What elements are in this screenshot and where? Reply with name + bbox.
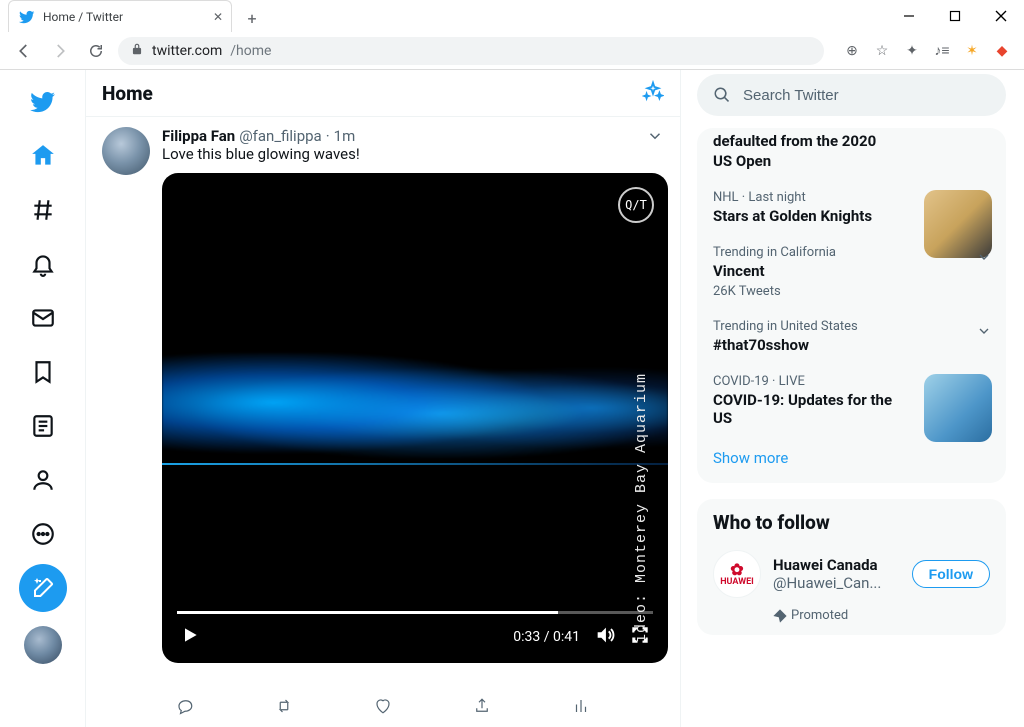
share-icon[interactable]: [473, 697, 491, 719]
trend-thumbnail: [924, 374, 992, 442]
analytics-icon[interactable]: [572, 697, 590, 719]
search-box[interactable]: [697, 74, 1006, 116]
trend-topic: US Open: [713, 152, 990, 170]
chevron-down-icon[interactable]: [976, 323, 992, 343]
address-bar: twitter.com/home ⊕ ☆ ✦ ♪≡ ✶ ◆: [0, 32, 1024, 70]
url-host: twitter.com: [152, 43, 222, 59]
show-more-link[interactable]: Show more: [697, 437, 1006, 471]
trend-topic: #that70sshow: [713, 336, 990, 354]
trend-topic: Vincent: [713, 262, 990, 280]
window-minimize-button[interactable]: [886, 0, 932, 32]
extensions-icon[interactable]: ✦: [900, 39, 924, 63]
suggestion-name: Huawei Canada: [773, 556, 900, 574]
trend-context: Trending in United States: [713, 319, 990, 334]
video-source-badge: Q/T: [618, 187, 654, 223]
url-path: /home: [230, 43, 271, 59]
nav-more[interactable]: [19, 510, 67, 558]
tweet[interactable]: Filippa Fan @fan_filippa · 1m Love this …: [86, 117, 680, 689]
main-column: Home Filippa Fan @fan_filippa · 1m Love …: [85, 70, 681, 727]
search-input[interactable]: [743, 87, 990, 104]
volume-icon[interactable]: [594, 624, 616, 650]
tab-title: Home / Twitter: [43, 10, 123, 24]
video-time: 0:33 / 0:41: [513, 629, 580, 645]
video-credit: ideo: Monterey Bay Aquarium: [633, 373, 650, 643]
follow-suggestion[interactable]: ✿HUAWEI Huawei Canada @Huawei_Can... Fol…: [697, 540, 1006, 608]
twitter-logo[interactable]: [19, 78, 67, 126]
toolbar-extensions: ⊕ ☆ ✦ ♪≡ ✶ ◆: [832, 39, 1014, 63]
promoted-label: Promoted: [697, 608, 1006, 623]
tweet-separator: ·: [326, 127, 330, 145]
music-icon[interactable]: ♪≡: [930, 39, 954, 63]
forward-button[interactable]: [46, 37, 74, 65]
retweet-icon[interactable]: [275, 697, 293, 719]
follow-button[interactable]: Follow: [912, 560, 990, 588]
tweet-author-handle[interactable]: @fan_filippa: [239, 127, 322, 145]
fullscreen-icon[interactable]: [630, 625, 650, 649]
trend-item[interactable]: COVID-19 · LIVE COVID-19: Updates for th…: [697, 364, 1006, 437]
left-nav: [0, 70, 85, 727]
reload-button[interactable]: [82, 37, 110, 65]
main-header: Home: [86, 70, 680, 117]
nav-notifications[interactable]: [19, 240, 67, 288]
search-icon: [713, 86, 731, 104]
new-tab-button[interactable]: +: [238, 4, 266, 32]
browser-tab-active[interactable]: Home / Twitter ✕: [8, 0, 232, 32]
page-content: Home Filippa Fan @fan_filippa · 1m Love …: [0, 70, 1024, 727]
play-icon[interactable]: [180, 625, 200, 649]
twitter-icon: [19, 9, 35, 25]
tweet-more-icon[interactable]: [646, 127, 664, 149]
extension-2-icon[interactable]: ◆: [990, 39, 1014, 63]
window-close-button[interactable]: [978, 0, 1024, 32]
trend-item[interactable]: NHL · Last night Stars at Golden Knights: [697, 180, 1006, 235]
trend-count: 26K Tweets: [713, 284, 990, 299]
extension-1-icon[interactable]: ✶: [960, 39, 984, 63]
trend-context: Trending in California: [713, 245, 990, 260]
video-controls: 0:33 / 0:41: [162, 611, 668, 663]
nav-messages[interactable]: [19, 294, 67, 342]
trend-item[interactable]: defaulted from the 2020 US Open: [697, 132, 1006, 180]
back-button[interactable]: [10, 37, 38, 65]
trends-panel: defaulted from the 2020 US Open NHL · La…: [697, 128, 1006, 483]
tab-close-icon[interactable]: ✕: [213, 10, 223, 24]
wtf-heading: Who to follow: [697, 511, 1006, 540]
video-progress-bar[interactable]: [177, 611, 653, 614]
nav-lists[interactable]: [19, 402, 67, 450]
promoted-icon: [773, 609, 787, 623]
suggestion-handle: @Huawei_Can...: [773, 574, 900, 592]
right-column: defaulted from the 2020 US Open NHL · La…: [681, 70, 1024, 727]
window-titlebar: Home / Twitter ✕ +: [0, 0, 1024, 32]
trend-item[interactable]: Trending in United States #that70sshow: [697, 309, 1006, 364]
like-icon[interactable]: [374, 697, 392, 719]
trend-partial: defaulted from the 2020: [713, 132, 990, 150]
url-field[interactable]: twitter.com/home: [118, 37, 824, 65]
who-to-follow-panel: Who to follow ✿HUAWEI Huawei Canada @Hua…: [697, 499, 1006, 635]
nav-bookmarks[interactable]: [19, 348, 67, 396]
nav-home[interactable]: [19, 132, 67, 180]
account-avatar[interactable]: [24, 626, 62, 664]
tweet-avatar[interactable]: [102, 127, 150, 175]
tweet-text: Love this blue glowing waves!: [162, 145, 664, 163]
tweet-media[interactable]: Q/T ideo: Monterey Bay Aquarium 0:33 / 0…: [162, 173, 668, 663]
star-icon[interactable]: ☆: [870, 39, 894, 63]
compose-tweet-button[interactable]: [19, 564, 67, 612]
tweet-author-name[interactable]: Filippa Fan: [162, 127, 235, 145]
page-title: Home: [102, 82, 153, 105]
lock-icon: [130, 42, 144, 60]
window-maximize-button[interactable]: [932, 0, 978, 32]
tab-strip: Home / Twitter ✕ +: [8, 0, 266, 32]
trend-item[interactable]: Trending in California Vincent 26K Tweet…: [697, 235, 1006, 309]
tweet-time[interactable]: 1m: [334, 127, 356, 145]
add-icon[interactable]: ⊕: [840, 39, 864, 63]
top-tweets-icon[interactable]: [642, 80, 664, 106]
nav-explore[interactable]: [19, 186, 67, 234]
chevron-down-icon[interactable]: [976, 249, 992, 269]
nav-profile[interactable]: [19, 456, 67, 504]
suggestion-avatar: ✿HUAWEI: [713, 550, 761, 598]
tweet-actions: [86, 689, 680, 727]
reply-icon[interactable]: [176, 697, 194, 719]
